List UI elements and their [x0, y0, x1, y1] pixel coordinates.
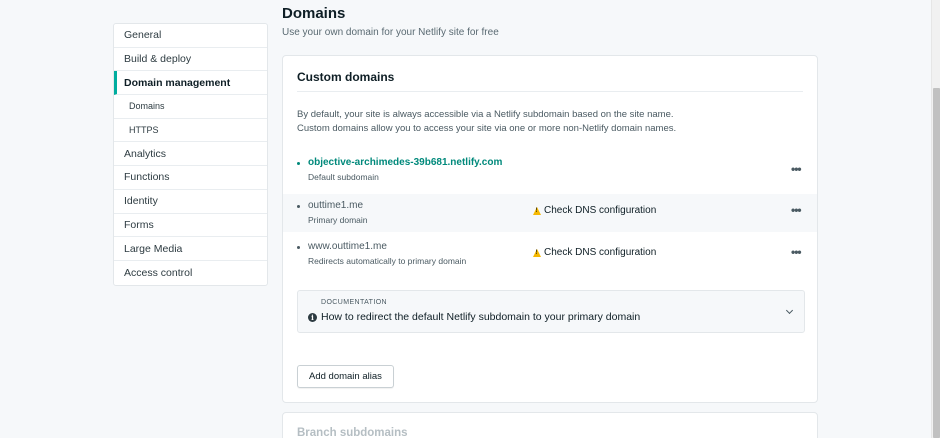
bullet [297, 162, 300, 165]
sidebar-item-domain-management[interactable]: Domain management [114, 71, 267, 96]
sidebar-item-access-control[interactable]: Access control [114, 261, 267, 285]
warning-icon [533, 248, 541, 257]
bullet [297, 246, 300, 249]
page-subtitle: Use your own domain for your Netlify sit… [282, 27, 499, 38]
sidebar-item-functions[interactable]: Functions [114, 166, 267, 190]
domain-subtitle: Primary domain [308, 215, 368, 225]
card-divider [297, 91, 803, 92]
chevron-down-icon [785, 306, 794, 315]
sidebar-item-large-media[interactable]: Large Media [114, 237, 267, 261]
custom-domains-description: By default, your site is always accessib… [297, 108, 797, 135]
settings-sidebar: General Build & deploy Domain management… [113, 23, 268, 286]
custom-domains-title: Custom domains [297, 70, 395, 84]
domain-subtitle: Default subdomain [308, 172, 379, 182]
custom-domains-card: Custom domains By default, your site is … [282, 55, 818, 403]
sidebar-item-forms[interactable]: Forms [114, 214, 267, 238]
warning-icon [533, 206, 541, 215]
domain-name-link[interactable]: objective-archimedes-39b681.netlify.com [308, 157, 502, 168]
check-dns-label: Check DNS configuration [544, 247, 657, 258]
description-line-2: Custom domains allow you to access your … [297, 122, 677, 134]
domain-row-www: www.outtime1.me Redirects automatically … [283, 241, 817, 281]
more-options-icon[interactable]: ••• [791, 203, 802, 217]
page-title: Domains [282, 5, 346, 22]
branch-subdomains-card: Branch subdomains [282, 412, 818, 438]
domain-row-default: objective-archimedes-39b681.netlify.com … [283, 157, 817, 197]
sidebar-item-identity[interactable]: Identity [114, 190, 267, 214]
check-dns-link[interactable]: Check DNS configuration [533, 247, 656, 258]
domain-row-primary: outtime1.me Primary domain Check DNS con… [283, 194, 817, 232]
check-dns-link[interactable]: Check DNS configuration [533, 205, 656, 216]
bullet [297, 205, 300, 208]
documentation-accordion[interactable]: DOCUMENTATION i How to redirect the defa… [297, 290, 805, 333]
documentation-title: How to redirect the default Netlify subd… [321, 311, 641, 323]
domain-name: www.outtime1.me [308, 241, 387, 252]
documentation-label: DOCUMENTATION [321, 299, 387, 306]
add-domain-alias-button[interactable]: Add domain alias [297, 365, 394, 388]
info-icon: i [308, 313, 317, 322]
page-scrollbar[interactable] [931, 0, 940, 438]
sidebar-subitem-domains[interactable]: Domains [114, 95, 267, 119]
description-line-1: By default, your site is always accessib… [297, 109, 674, 120]
sidebar-item-general[interactable]: General [114, 24, 267, 48]
check-dns-label: Check DNS configuration [544, 205, 657, 216]
scrollbar-thumb[interactable] [933, 88, 940, 438]
more-options-icon[interactable]: ••• [791, 245, 802, 259]
sidebar-subitem-https[interactable]: HTTPS [114, 119, 267, 143]
more-options-icon[interactable]: ••• [791, 162, 802, 176]
domain-subtitle: Redirects automatically to primary domai… [308, 256, 467, 266]
branch-subdomains-title: Branch subdomains [297, 427, 408, 438]
domain-name: outtime1.me [308, 200, 364, 211]
sidebar-item-analytics[interactable]: Analytics [114, 142, 267, 167]
sidebar-item-build-deploy[interactable]: Build & deploy [114, 48, 267, 72]
